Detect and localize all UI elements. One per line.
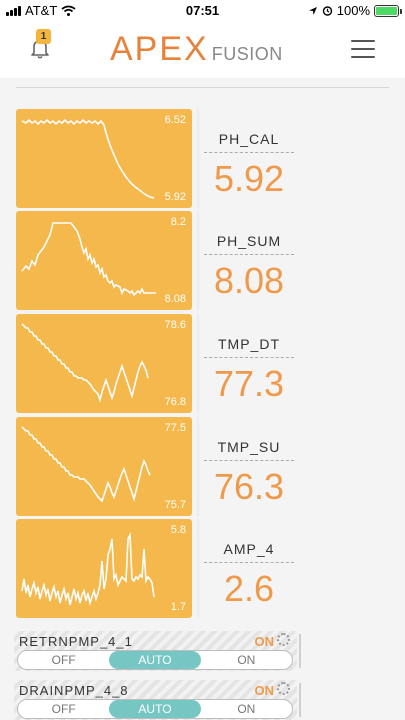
battery-percent: 100% <box>336 3 370 18</box>
probe-value: 76.3 <box>213 466 285 507</box>
probe-value: 2.6 <box>223 568 275 609</box>
probe-divider <box>204 152 294 153</box>
tile-separator <box>197 211 199 310</box>
outlet-edge <box>299 683 301 717</box>
probe-tile-ph-cal[interactable]: 6.52 5.92 PH_CAL 5.92 <box>16 109 294 208</box>
probe-tile-amp-4[interactable]: 5.8 1.7 AMP_4 2.6 <box>16 519 294 618</box>
tile-separator <box>197 519 199 618</box>
battery-icon <box>374 4 402 17</box>
mode-off-button[interactable]: OFF <box>18 700 109 718</box>
outlet-control-retrnpmp: RETRNPMP_4_1 ON OFF AUTO ON <box>14 631 301 671</box>
probe-tile-tmp-su[interactable]: 77.5 75.7 TMP_SU 76.3 <box>16 417 294 516</box>
outlet-state: ON <box>254 683 275 698</box>
outlet-name: DRAINPMP_4_8 <box>19 683 129 698</box>
graph-max-label: 6.52 <box>164 114 186 126</box>
status-right: 100% <box>308 3 402 18</box>
probe-graph[interactable]: 78.6 76.8 <box>16 314 192 413</box>
probe-divider <box>204 357 294 358</box>
probe-graph[interactable]: 5.8 1.7 <box>16 519 192 618</box>
probe-value: 5.92 <box>213 158 285 199</box>
mode-on-button[interactable]: ON <box>201 651 292 669</box>
outlet-control-drainpmp: DRAINPMP_4_8 ON OFF AUTO ON <box>14 680 301 720</box>
apex-fusion-logo: APEX FUSION <box>110 31 283 67</box>
probe-tile-tmp-dt[interactable]: 78.6 76.8 TMP_DT 77.3 <box>16 314 294 413</box>
outlet-edge <box>299 634 301 668</box>
mode-on-button[interactable]: ON <box>201 700 292 718</box>
tile-separator <box>197 417 199 516</box>
status-bar: AT&T 07:51 100% <box>0 0 405 20</box>
probe-graph[interactable]: 6.52 5.92 <box>16 109 192 208</box>
tile-separator <box>197 314 199 413</box>
probe-divider <box>204 254 294 255</box>
mode-off-button[interactable]: OFF <box>18 651 109 669</box>
mode-auto-button[interactable]: AUTO <box>109 651 201 669</box>
graph-min-label: 1.7 <box>170 601 186 613</box>
probe-value: 8.08 <box>213 260 285 301</box>
hamburger-menu-icon[interactable] <box>351 40 375 58</box>
probe-name: TMP_SU <box>217 439 281 455</box>
probe-divider <box>204 460 294 461</box>
graph-min-label: 75.7 <box>164 499 186 511</box>
outlet-state: ON <box>254 634 275 649</box>
probe-value: 77.3 <box>213 363 285 404</box>
graph-max-label: 78.6 <box>164 319 186 331</box>
probe-tile-ph-sum[interactable]: 8.2 8.08 PH_SUM 8.08 <box>16 211 294 310</box>
graph-max-label: 77.5 <box>164 422 186 434</box>
probe-name: TMP_DT <box>218 336 280 352</box>
app-header: 1 APEX FUSION <box>0 20 405 78</box>
alarm-icon <box>322 6 332 16</box>
gear-icon[interactable] <box>277 633 290 646</box>
probe-name: PH_SUM <box>216 233 282 249</box>
graph-line <box>21 531 155 607</box>
header-divider <box>16 87 389 88</box>
logo-sub: FUSION <box>211 44 283 64</box>
tile-separator <box>197 109 199 208</box>
graph-min-label: 76.8 <box>164 396 186 408</box>
logo-main: APEX <box>110 30 209 68</box>
outlet-mode-switch[interactable]: OFF AUTO ON <box>17 699 293 719</box>
location-icon <box>308 6 317 15</box>
notification-badge[interactable]: 1 <box>36 29 51 44</box>
outlet-name: RETRNPMP_4_1 <box>19 634 133 649</box>
outlet-mode-switch[interactable]: OFF AUTO ON <box>17 650 293 670</box>
mode-auto-button[interactable]: AUTO <box>109 700 201 718</box>
probe-name: PH_CAL <box>218 131 280 147</box>
probe-graph[interactable]: 8.2 8.08 <box>16 211 192 310</box>
graph-max-label: 8.2 <box>170 216 186 228</box>
gear-icon[interactable] <box>277 682 290 695</box>
graph-min-label: 5.92 <box>164 191 186 203</box>
battery-fill <box>376 6 397 15</box>
app-screen: AT&T 07:51 100% 1 APEX FUSION 6.52 5.92 … <box>0 0 405 720</box>
probe-name: AMP_4 <box>223 541 275 557</box>
graph-max-label: 5.8 <box>170 524 186 536</box>
probe-graph[interactable]: 77.5 75.7 <box>16 417 192 516</box>
probe-divider <box>204 562 294 563</box>
graph-min-label: 8.08 <box>164 293 186 305</box>
